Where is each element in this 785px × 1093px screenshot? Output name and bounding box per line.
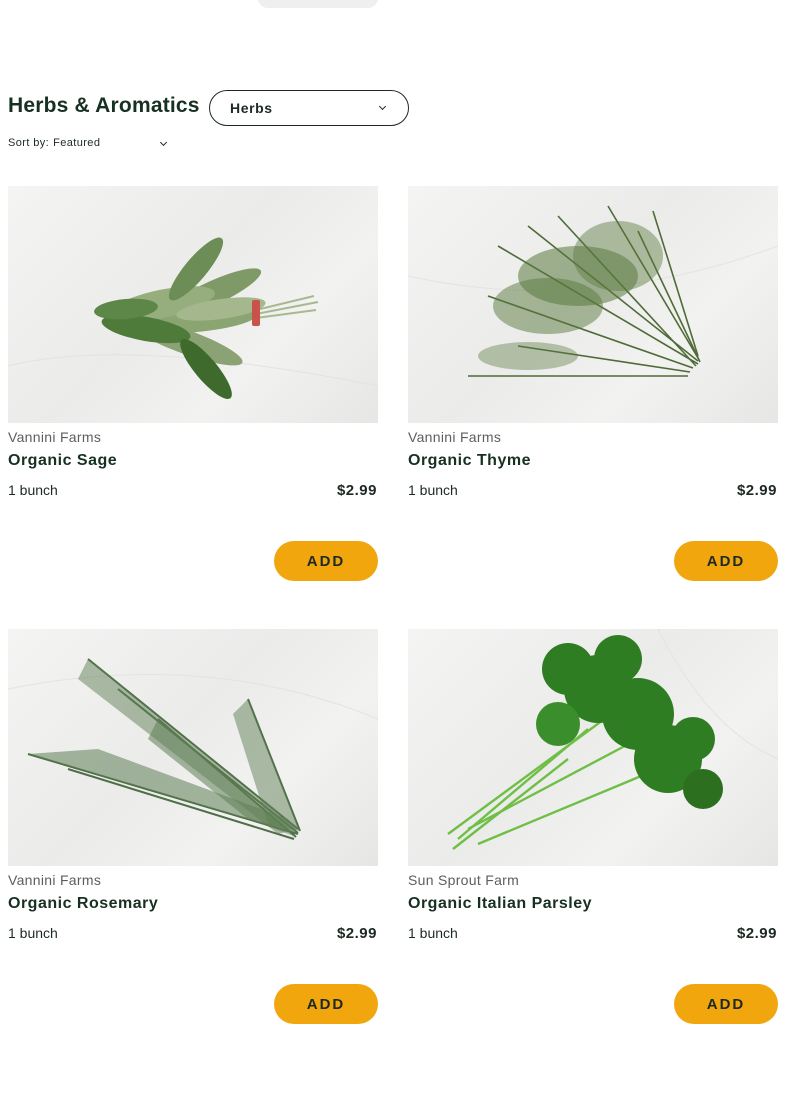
product-price: $2.99	[336, 925, 377, 942]
product-image[interactable]	[408, 629, 778, 866]
product-image[interactable]	[8, 186, 378, 423]
product-name[interactable]: Organic Sage	[8, 452, 117, 470]
product-price: $2.99	[336, 482, 377, 499]
product-price: $2.99	[736, 925, 777, 942]
product-farm: Vannini Farms	[8, 429, 102, 445]
product-name[interactable]: Organic Rosemary	[8, 895, 158, 913]
product-name[interactable]: Organic Italian Parsley	[408, 895, 592, 913]
add-to-cart-button[interactable]: ADD	[274, 984, 378, 1024]
chevron-down-icon	[378, 102, 387, 111]
product-farm: Sun Sprout Farm	[408, 872, 520, 888]
product-image[interactable]	[8, 629, 378, 866]
product-farm: Vannini Farms	[408, 429, 502, 445]
chevron-down-icon	[159, 138, 168, 147]
product-unit: 1 bunch	[8, 925, 58, 941]
sort-label: Sort by:	[8, 137, 50, 149]
sort-dropdown[interactable]: Sort by: Featured	[8, 137, 174, 153]
product-card: Vannini Farms Organic Thyme 1 bunch $2.9…	[408, 186, 778, 586]
product-name[interactable]: Organic Thyme	[408, 452, 531, 470]
product-image[interactable]	[408, 186, 778, 423]
add-to-cart-button[interactable]: ADD	[674, 541, 778, 581]
product-card: Sun Sprout Farm Organic Italian Parsley …	[408, 629, 778, 1029]
product-price: $2.99	[736, 482, 777, 499]
category-dropdown-value: Herbs	[230, 100, 273, 116]
section-title: Herbs & Aromatics	[8, 94, 200, 117]
product-unit: 1 bunch	[408, 925, 458, 941]
add-to-cart-button[interactable]: ADD	[674, 984, 778, 1024]
category-dropdown[interactable]: Herbs	[209, 90, 409, 126]
product-farm: Vannini Farms	[8, 872, 102, 888]
product-card: Vannini Farms Organic Rosemary 1 bunch $…	[8, 629, 378, 1029]
sort-value: Featured	[53, 137, 101, 149]
scroll-remnant-pill	[258, 0, 378, 8]
product-unit: 1 bunch	[8, 482, 58, 498]
product-unit: 1 bunch	[408, 482, 458, 498]
add-to-cart-button[interactable]: ADD	[274, 541, 378, 581]
product-card: Vannini Farms Organic Sage 1 bunch $2.99…	[8, 186, 378, 586]
